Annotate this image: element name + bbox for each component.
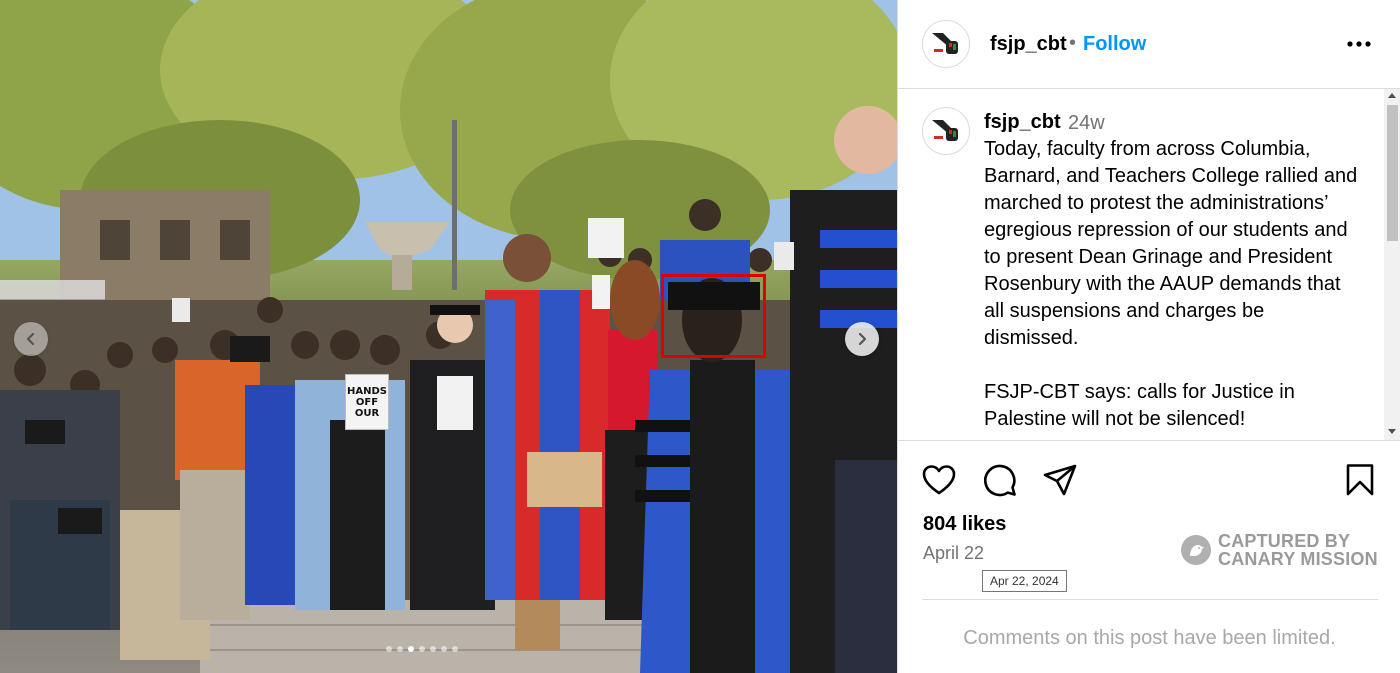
header-separator: • (1069, 32, 1077, 54)
carousel-dot (430, 646, 436, 652)
watermark-line-2: CANARY MISSION (1218, 549, 1378, 569)
canary-logo-icon (1181, 535, 1211, 565)
post-sidebar: fsjp_cbt • Follow fsjp_cbt 24w Today, fa… (897, 0, 1400, 673)
carousel-dot (397, 646, 403, 652)
date-tooltip: Apr 22, 2024 (982, 570, 1067, 592)
carousel-dot (408, 646, 414, 652)
caption-scrollbar[interactable] (1384, 89, 1400, 440)
post-photo[interactable]: HANDS OFF OUR (0, 0, 897, 673)
heart-icon[interactable] (921, 462, 957, 498)
share-icon[interactable] (1042, 462, 1078, 498)
protest-sign-text: HANDS OFF OUR (347, 385, 387, 419)
carousel-dot (386, 646, 392, 652)
carousel-dot (419, 646, 425, 652)
carousel-indicator (386, 646, 458, 652)
carousel-dot (441, 646, 447, 652)
scroll-down-arrow-icon[interactable] (1388, 429, 1396, 434)
caption-area[interactable]: fsjp_cbt 24w Today, faculty from across … (898, 89, 1400, 441)
comments-divider (922, 599, 1378, 600)
caption-avatar[interactable] (922, 107, 970, 155)
watermark-line-1: CAPTURED BY (1218, 531, 1351, 551)
bird-icon (1190, 545, 1204, 556)
instagram-post-view: HANDS OFF OUR fsjp_cbt • Follow fsjp_cbt… (0, 0, 1400, 673)
scrollbar-thumb[interactable] (1387, 105, 1398, 241)
likes-count[interactable]: 804 likes (923, 513, 1006, 536)
bookmark-icon[interactable] (1342, 462, 1378, 498)
watermark: CAPTURED BY CANARY MISSION (1181, 532, 1378, 568)
comments-limited-notice: Comments on this post have been limited. (963, 627, 1336, 649)
fist-logo-icon (932, 33, 958, 54)
scroll-up-arrow-icon[interactable] (1388, 93, 1396, 98)
chevron-right-icon (858, 332, 867, 346)
previous-slide-button[interactable] (14, 322, 48, 356)
caption-timestamp[interactable]: 24w (1068, 112, 1105, 135)
watermark-text: CAPTURED BY CANARY MISSION (1218, 532, 1378, 568)
comment-icon[interactable] (982, 462, 1018, 498)
fist-logo-icon (932, 120, 958, 141)
avatar[interactable] (922, 20, 970, 68)
highlight-box (661, 274, 766, 358)
header-username[interactable]: fsjp_cbt (990, 33, 1067, 56)
follow-button[interactable]: Follow (1083, 33, 1146, 56)
post-header: fsjp_cbt • Follow (898, 0, 1400, 89)
protest-sign: HANDS OFF OUR (345, 374, 389, 430)
more-options-icon[interactable] (1344, 32, 1374, 56)
post-date[interactable]: April 22 (923, 543, 984, 564)
caption-text: Today, faculty from across Columbia, Bar… (984, 138, 1358, 430)
caption-username[interactable]: fsjp_cbt (984, 111, 1061, 134)
chevron-left-icon (26, 332, 35, 346)
carousel-dot (452, 646, 458, 652)
next-slide-button[interactable] (845, 322, 879, 356)
